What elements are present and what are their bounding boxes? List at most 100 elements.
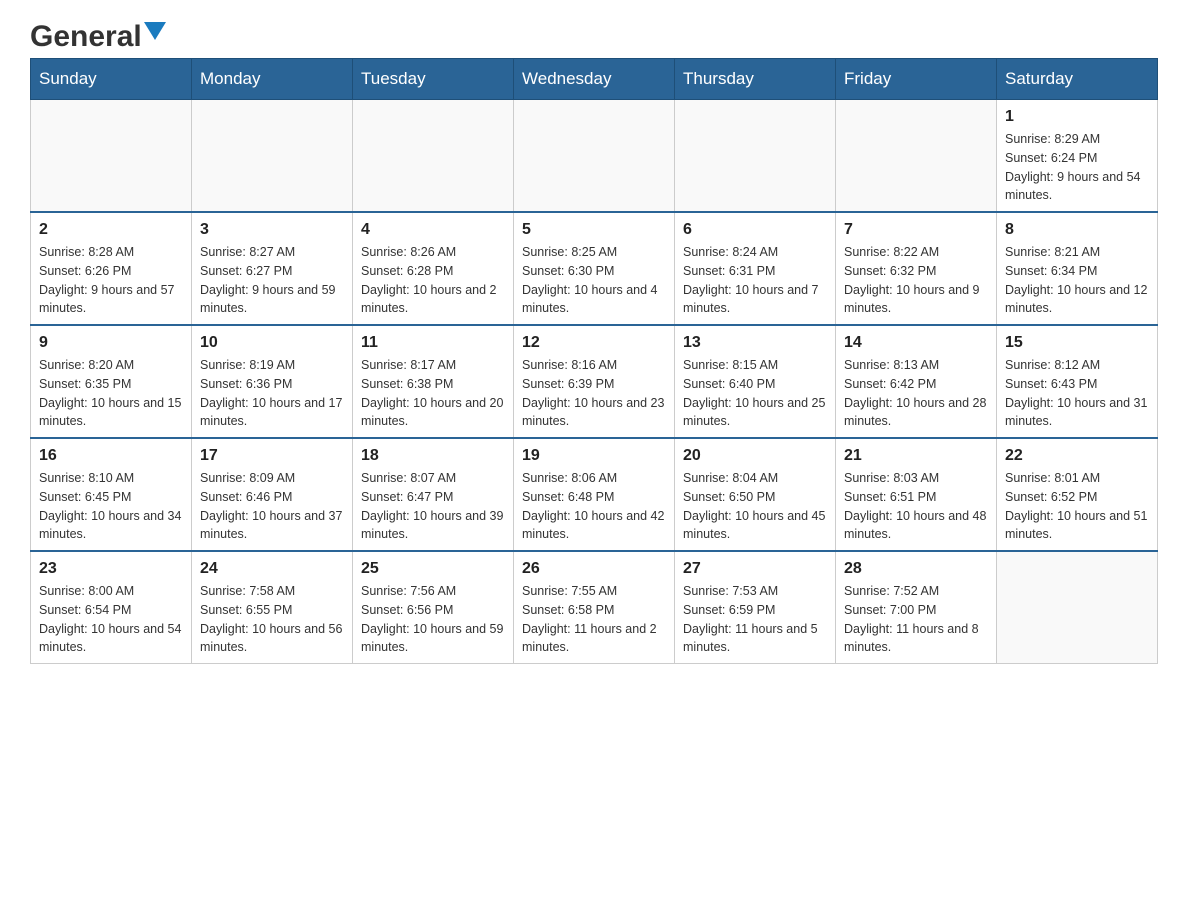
calendar-cell: 19 Sunrise: 8:06 AM Sunset: 6:48 PM Dayli… [514,438,675,551]
calendar-cell: 28 Sunrise: 7:52 AM Sunset: 7:00 PM Dayli… [836,551,997,664]
calendar-cell: 23 Sunrise: 8:00 AM Sunset: 6:54 PM Dayli… [31,551,192,664]
day-number: 27 [683,560,827,578]
day-info: Sunrise: 8:01 AM Sunset: 6:52 PM Dayligh… [1005,469,1149,544]
calendar-cell [31,100,192,213]
calendar-cell: 27 Sunrise: 7:53 AM Sunset: 6:59 PM Dayli… [675,551,836,664]
calendar-cell: 8Sunrise: 8:21 AM Sunset: 6:34 PM Daylig… [997,212,1158,325]
day-info: Sunrise: 8:29 AM Sunset: 6:24 PM Dayligh… [1005,130,1149,205]
day-number: 10 [200,334,344,352]
day-info: Sunrise: 8:19 AM Sunset: 6:36 PM Dayligh… [200,356,344,431]
calendar-cell: 2 Sunrise: 8:28 AM Sunset: 6:26 PM Daylig… [31,212,192,325]
calendar-cell [514,100,675,213]
day-info: Sunrise: 8:22 AM Sunset: 6:32 PM Dayligh… [844,243,988,318]
calendar-cell: 26Sunrise: 7:55 AM Sunset: 6:58 PM Dayli… [514,551,675,664]
day-number: 28 [844,560,988,578]
day-number: 1 [1005,108,1149,126]
day-number: 17 [200,447,344,465]
calendar-cell: 13 Sunrise: 8:15 AM Sunset: 6:40 PM Dayli… [675,325,836,438]
calendar-cell [836,100,997,213]
calendar-cell [675,100,836,213]
day-info: Sunrise: 8:16 AM Sunset: 6:39 PM Dayligh… [522,356,666,431]
calendar-week-row: 1 Sunrise: 8:29 AM Sunset: 6:24 PM Daylig… [31,100,1158,213]
day-info: Sunrise: 8:06 AM Sunset: 6:48 PM Dayligh… [522,469,666,544]
calendar-cell: 22Sunrise: 8:01 AM Sunset: 6:52 PM Dayli… [997,438,1158,551]
calendar-week-row: 9 Sunrise: 8:20 AM Sunset: 6:35 PM Daylig… [31,325,1158,438]
calendar-week-row: 16 Sunrise: 8:10 AM Sunset: 6:45 PM Dayli… [31,438,1158,551]
logo-general: General [30,20,142,54]
calendar-cell: 12 Sunrise: 8:16 AM Sunset: 6:39 PM Dayli… [514,325,675,438]
weekday-header-row: SundayMondayTuesdayWednesdayThursdayFrid… [31,59,1158,100]
day-info: Sunrise: 8:25 AM Sunset: 6:30 PM Dayligh… [522,243,666,318]
calendar-cell: 16 Sunrise: 8:10 AM Sunset: 6:45 PM Dayli… [31,438,192,551]
calendar-cell [192,100,353,213]
calendar-week-row: 23 Sunrise: 8:00 AM Sunset: 6:54 PM Dayli… [31,551,1158,664]
day-number: 4 [361,221,505,239]
day-number: 18 [361,447,505,465]
weekday-header-thursday: Thursday [675,59,836,100]
weekday-header-saturday: Saturday [997,59,1158,100]
day-number: 7 [844,221,988,239]
day-info: Sunrise: 8:00 AM Sunset: 6:54 PM Dayligh… [39,582,183,657]
logo-triangle-icon [144,22,166,44]
day-number: 24 [200,560,344,578]
day-number: 11 [361,334,505,352]
day-number: 3 [200,221,344,239]
calendar-cell: 1 Sunrise: 8:29 AM Sunset: 6:24 PM Daylig… [997,100,1158,213]
calendar-cell: 21 Sunrise: 8:03 AM Sunset: 6:51 PM Dayli… [836,438,997,551]
day-info: Sunrise: 7:53 AM Sunset: 6:59 PM Dayligh… [683,582,827,657]
day-number: 23 [39,560,183,578]
day-number: 25 [361,560,505,578]
calendar-cell: 25 Sunrise: 7:56 AM Sunset: 6:56 PM Dayli… [353,551,514,664]
calendar-cell: 14Sunrise: 8:13 AM Sunset: 6:42 PM Dayli… [836,325,997,438]
calendar-cell: 15 Sunrise: 8:12 AM Sunset: 6:43 PM Dayli… [997,325,1158,438]
calendar-cell: 18 Sunrise: 8:07 AM Sunset: 6:47 PM Dayli… [353,438,514,551]
calendar-cell: 20Sunrise: 8:04 AM Sunset: 6:50 PM Dayli… [675,438,836,551]
day-info: Sunrise: 7:56 AM Sunset: 6:56 PM Dayligh… [361,582,505,657]
day-info: Sunrise: 8:26 AM Sunset: 6:28 PM Dayligh… [361,243,505,318]
day-info: Sunrise: 8:07 AM Sunset: 6:47 PM Dayligh… [361,469,505,544]
calendar-week-row: 2 Sunrise: 8:28 AM Sunset: 6:26 PM Daylig… [31,212,1158,325]
day-info: Sunrise: 8:10 AM Sunset: 6:45 PM Dayligh… [39,469,183,544]
day-info: Sunrise: 7:52 AM Sunset: 7:00 PM Dayligh… [844,582,988,657]
day-info: Sunrise: 8:28 AM Sunset: 6:26 PM Dayligh… [39,243,183,318]
calendar-cell [353,100,514,213]
day-info: Sunrise: 8:03 AM Sunset: 6:51 PM Dayligh… [844,469,988,544]
day-number: 15 [1005,334,1149,352]
day-info: Sunrise: 8:17 AM Sunset: 6:38 PM Dayligh… [361,356,505,431]
day-info: Sunrise: 7:58 AM Sunset: 6:55 PM Dayligh… [200,582,344,657]
day-info: Sunrise: 8:15 AM Sunset: 6:40 PM Dayligh… [683,356,827,431]
calendar-cell: 7 Sunrise: 8:22 AM Sunset: 6:32 PM Daylig… [836,212,997,325]
day-number: 12 [522,334,666,352]
logo: General [30,20,166,48]
calendar-cell: 5 Sunrise: 8:25 AM Sunset: 6:30 PM Daylig… [514,212,675,325]
day-info: Sunrise: 8:09 AM Sunset: 6:46 PM Dayligh… [200,469,344,544]
calendar-cell: 24 Sunrise: 7:58 AM Sunset: 6:55 PM Dayli… [192,551,353,664]
day-info: Sunrise: 8:20 AM Sunset: 6:35 PM Dayligh… [39,356,183,431]
calendar-table: SundayMondayTuesdayWednesdayThursdayFrid… [30,58,1158,664]
day-number: 6 [683,221,827,239]
weekday-header-monday: Monday [192,59,353,100]
day-number: 2 [39,221,183,239]
calendar-cell: 3Sunrise: 8:27 AM Sunset: 6:27 PM Daylig… [192,212,353,325]
day-number: 5 [522,221,666,239]
calendar-cell [997,551,1158,664]
day-info: Sunrise: 8:04 AM Sunset: 6:50 PM Dayligh… [683,469,827,544]
day-info: Sunrise: 8:24 AM Sunset: 6:31 PM Dayligh… [683,243,827,318]
weekday-header-tuesday: Tuesday [353,59,514,100]
weekday-header-wednesday: Wednesday [514,59,675,100]
calendar-cell: 10 Sunrise: 8:19 AM Sunset: 6:36 PM Dayli… [192,325,353,438]
weekday-header-friday: Friday [836,59,997,100]
page-header: General [30,20,1158,48]
calendar-cell: 6 Sunrise: 8:24 AM Sunset: 6:31 PM Daylig… [675,212,836,325]
day-number: 9 [39,334,183,352]
day-number: 21 [844,447,988,465]
day-info: Sunrise: 8:12 AM Sunset: 6:43 PM Dayligh… [1005,356,1149,431]
day-info: Sunrise: 8:13 AM Sunset: 6:42 PM Dayligh… [844,356,988,431]
calendar-cell: 4 Sunrise: 8:26 AM Sunset: 6:28 PM Daylig… [353,212,514,325]
weekday-header-sunday: Sunday [31,59,192,100]
day-number: 13 [683,334,827,352]
calendar-cell: 17 Sunrise: 8:09 AM Sunset: 6:46 PM Dayli… [192,438,353,551]
day-number: 19 [522,447,666,465]
day-number: 16 [39,447,183,465]
day-info: Sunrise: 7:55 AM Sunset: 6:58 PM Dayligh… [522,582,666,657]
